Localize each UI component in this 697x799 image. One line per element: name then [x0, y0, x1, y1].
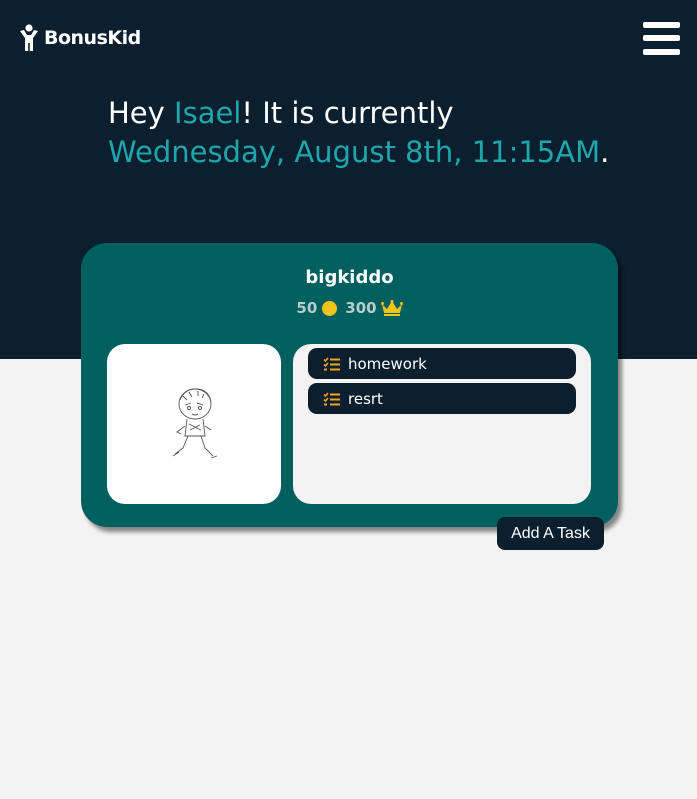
task-list-icon	[323, 356, 340, 370]
sketch-avatar-icon	[172, 388, 218, 459]
greeting-prefix: Hey	[108, 96, 175, 130]
task-item-resrt[interactable]: resrt	[308, 383, 576, 414]
child-figure-icon	[20, 24, 38, 51]
hamburger-menu-icon[interactable]	[643, 22, 680, 55]
greeting-suffix: .	[600, 135, 610, 169]
greeting-middle: ! It is currently	[241, 96, 454, 130]
avatar[interactable]	[107, 344, 281, 504]
task-list: homework resrt	[293, 344, 591, 504]
points-count: 300	[345, 299, 377, 317]
coin-icon	[322, 300, 338, 316]
task-label: homework	[348, 354, 427, 373]
kid-username: bigkiddo	[305, 267, 394, 288]
kid-card: bigkiddo 50 300 homework resrt	[81, 243, 618, 527]
task-label: resrt	[348, 389, 383, 408]
current-datetime: Wednesday, August 8th, 11:15AM	[108, 135, 601, 169]
task-list-icon	[323, 391, 340, 405]
crown-icon	[380, 300, 403, 316]
coin-count: 50	[296, 299, 318, 317]
brand-logo[interactable]: BonusKid	[18, 24, 141, 52]
logo-text: BonusKid	[44, 27, 141, 49]
add-task-button[interactable]: Add A Task	[497, 517, 604, 550]
kid-stats: 50 300	[81, 299, 618, 317]
greeting-text: Hey Isael! It is currently Wednesday, Au…	[108, 94, 628, 172]
user-name: Isael	[174, 96, 242, 130]
task-item-homework[interactable]: homework	[308, 348, 576, 379]
